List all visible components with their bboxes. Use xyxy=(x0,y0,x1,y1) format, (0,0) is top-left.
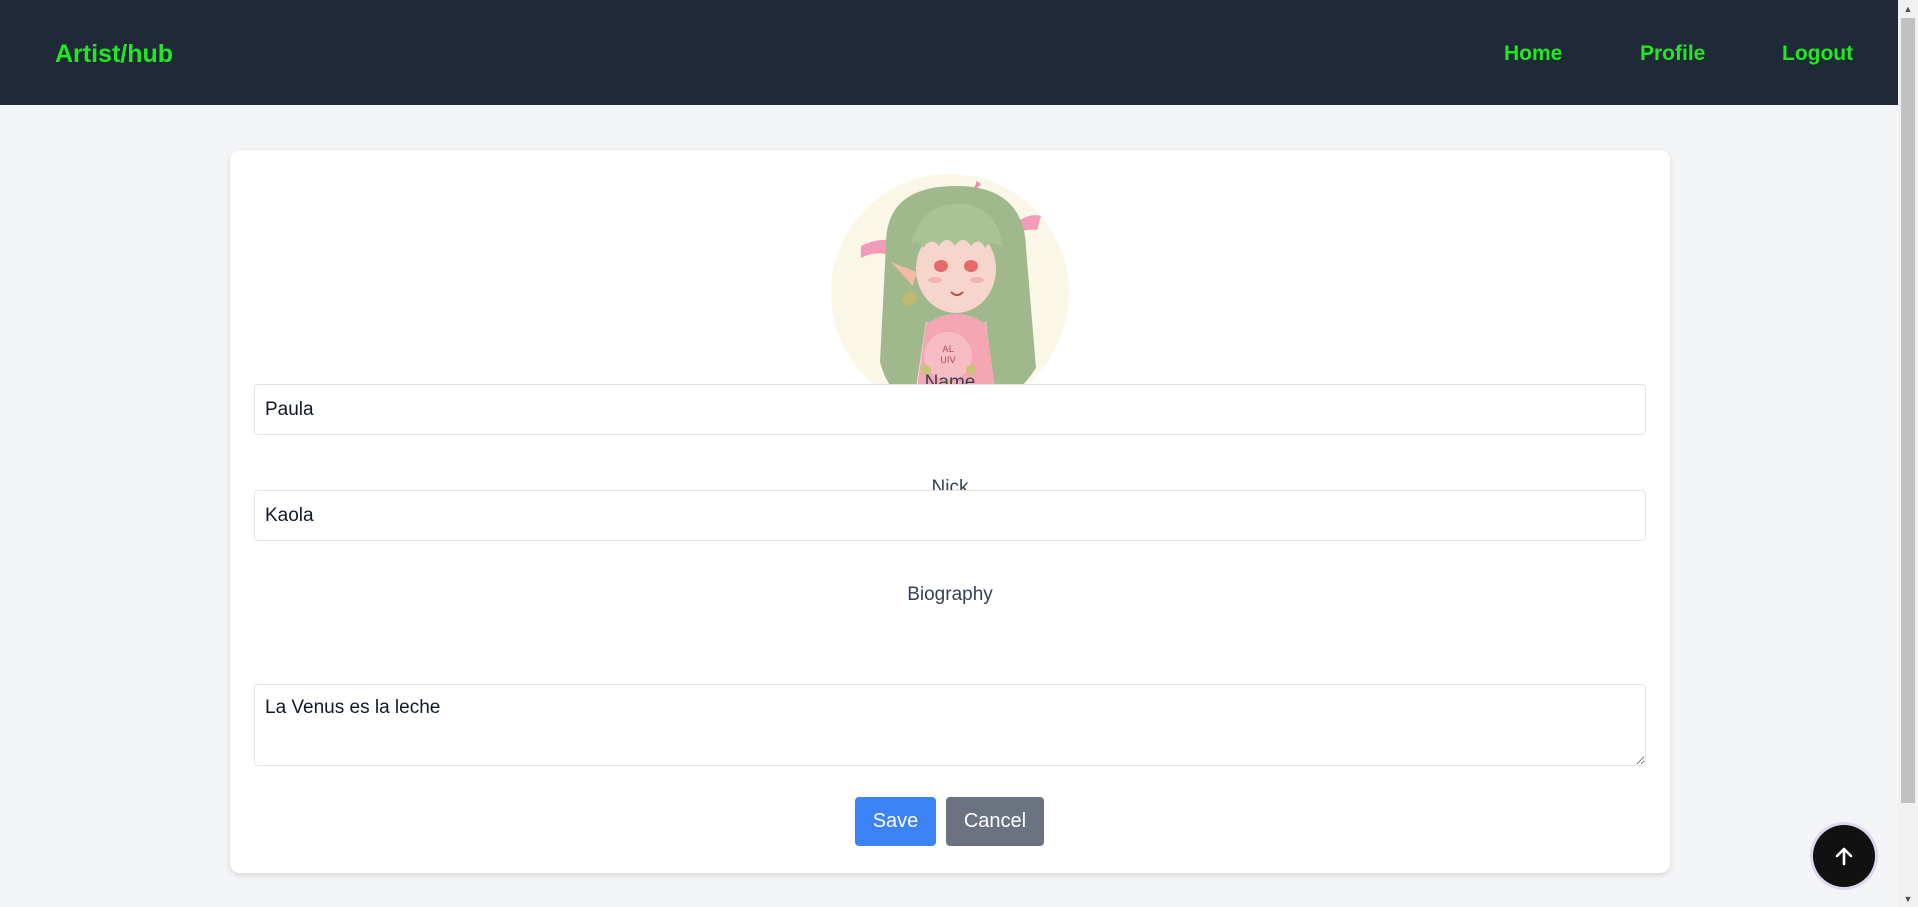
navbar: Artist/hub Home Profile Logout xyxy=(0,0,1898,105)
nav-profile-link[interactable]: Profile xyxy=(1640,42,1705,66)
scroll-up-arrow-icon[interactable]: ▲ xyxy=(1898,0,1918,17)
nav-logout-link[interactable]: Logout xyxy=(1782,42,1853,66)
name-field[interactable] xyxy=(254,384,1646,435)
save-button[interactable]: Save xyxy=(855,797,936,846)
nick-field[interactable] xyxy=(254,490,1646,541)
page-scrollbar[interactable]: ▲ ▼ xyxy=(1898,0,1918,907)
profile-edit-card: AL UIV Name Nick Biography La Venus es l… xyxy=(230,150,1670,873)
biography-textarea[interactable]: La Venus es la leche xyxy=(254,684,1646,766)
brand-logo-link[interactable]: Artist/hub xyxy=(55,40,173,69)
svg-text:AL: AL xyxy=(942,345,953,355)
arrow-up-icon xyxy=(1835,847,1853,866)
scroll-down-arrow-icon[interactable]: ▼ xyxy=(1898,890,1918,907)
scrollbar-thumb[interactable] xyxy=(1901,18,1915,803)
biography-label: Biography xyxy=(907,584,993,605)
svg-text:UIV: UIV xyxy=(940,356,956,366)
cancel-button[interactable]: Cancel xyxy=(946,797,1044,846)
nav-home-link[interactable]: Home xyxy=(1504,42,1562,66)
scroll-to-top-button[interactable] xyxy=(1813,825,1875,887)
